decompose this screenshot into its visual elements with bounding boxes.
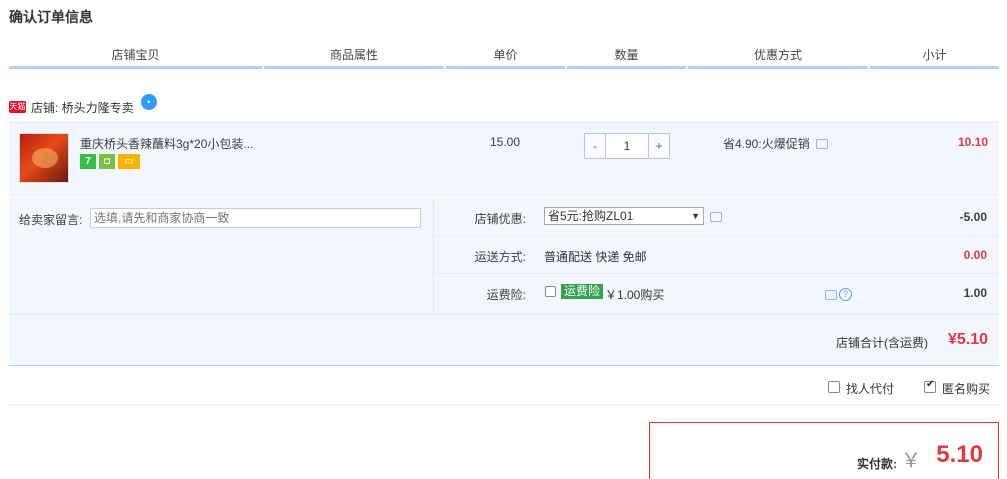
comment-icon[interactable]: [825, 290, 837, 300]
shield-icon: ◘: [99, 154, 115, 169]
quantity-stepper: - 1 +: [584, 133, 670, 159]
shipping-method: 普通配送 快递 免邮: [544, 250, 647, 264]
order-item-row: 重庆桥头香辣蘸料3g*20小包装... 7 ◘ ▭ 15.00 - 1 + 省4…: [9, 122, 999, 197]
shop-name[interactable]: 店铺: 桥头力隆专卖: [31, 99, 134, 116]
shipping-amount: 0.00: [963, 248, 987, 262]
shop-total-label: 店铺合计(含运费): [836, 336, 928, 350]
payment-summary: 实付款: ￥ 5.10: [649, 422, 999, 479]
promo-text: 省4.90:火爆促销: [723, 137, 810, 151]
shipping-row: 运送方式: 普通配送 快递 免邮 0.00: [435, 236, 999, 274]
payment-label: 实付款:: [857, 457, 897, 471]
order-options: 给卖家留言: 店铺优惠: 省5元:抢购ZL01 ▼ -5.00 运送方式: 普通…: [9, 198, 999, 314]
tmall-icon: 天猫: [9, 101, 26, 113]
chat-icon[interactable]: •: [140, 94, 157, 110]
col-discount: 优惠方式: [688, 44, 868, 69]
comment-icon[interactable]: [710, 212, 722, 222]
col-unit-price: 单价: [446, 44, 565, 69]
page-title: 确认订单信息: [9, 9, 93, 25]
help-icon[interactable]: ?: [839, 288, 852, 301]
qty-input[interactable]: 1: [605, 134, 649, 158]
proxy-pay-label[interactable]: 找人代付: [846, 380, 894, 397]
table-header: 店铺宝贝 商品属性 单价 数量 优惠方式 小计: [9, 44, 999, 69]
shop-discount-row: 店铺优惠: 省5元:抢购ZL01 ▼ -5.00: [435, 198, 999, 236]
anonymous-label[interactable]: 匿名购买: [942, 380, 990, 397]
shop-discount-select[interactable]: 省5元:抢购ZL01 ▼: [544, 207, 704, 225]
card-icon: ▭: [118, 154, 140, 169]
insurance-price: ￥1.00购买: [605, 288, 665, 302]
product-title[interactable]: 重庆桥头香辣蘸料3g*20小包装...: [80, 135, 253, 152]
service-icons: 7 ◘ ▭: [80, 154, 143, 169]
item-subtotal: 10.10: [957, 135, 988, 149]
currency-symbol: ￥: [901, 450, 921, 472]
col-attributes: 商品属性: [264, 44, 444, 69]
message-panel: 给卖家留言:: [9, 198, 434, 314]
insurance-tag: 运费险: [561, 284, 604, 299]
qty-minus-button[interactable]: -: [585, 134, 605, 158]
insurance-row: 运费险: 运费险 ￥1.00购买 ? 1.00: [435, 274, 999, 314]
col-shop-items: 店铺宝贝: [9, 44, 262, 69]
insurance-checkbox[interactable]: [545, 286, 556, 297]
checkout-options: 找人代付 匿名购买: [9, 374, 999, 405]
message-label: 给卖家留言:: [19, 213, 83, 227]
seller-message-input[interactable]: [90, 208, 421, 228]
anonymous-checkbox[interactable]: [924, 379, 936, 393]
unit-price: 15.00: [490, 135, 521, 149]
shop-line: 天猫 店铺: 桥头力隆专卖 •: [9, 94, 157, 117]
insurance-amount: 1.00: [963, 286, 987, 300]
shop-total-value: ¥5.10: [947, 331, 988, 348]
promo-info: 省4.90:火爆促销: [723, 135, 828, 152]
insurance-label: 运费险:: [486, 288, 526, 302]
shop-total-bar: 店铺合计(含运费) ¥5.10: [9, 314, 999, 366]
dropdown-arrow-icon: ▼: [691, 211, 700, 221]
shipping-label: 运送方式:: [474, 250, 526, 264]
seven-day-icon: 7: [80, 154, 96, 169]
proxy-pay-checkbox[interactable]: [828, 381, 840, 393]
product-thumbnail[interactable]: [19, 133, 69, 183]
qty-plus-button[interactable]: +: [649, 134, 669, 158]
shop-discount-value: 省5元:抢购ZL01: [548, 209, 634, 223]
col-subtotal: 小计: [870, 44, 999, 69]
payment-amount: 5.10: [936, 441, 983, 468]
col-quantity: 数量: [567, 44, 686, 69]
shop-discount-amount: -5.00: [959, 210, 987, 224]
shop-discount-label: 店铺优惠:: [474, 212, 526, 226]
comment-icon[interactable]: [815, 138, 828, 149]
